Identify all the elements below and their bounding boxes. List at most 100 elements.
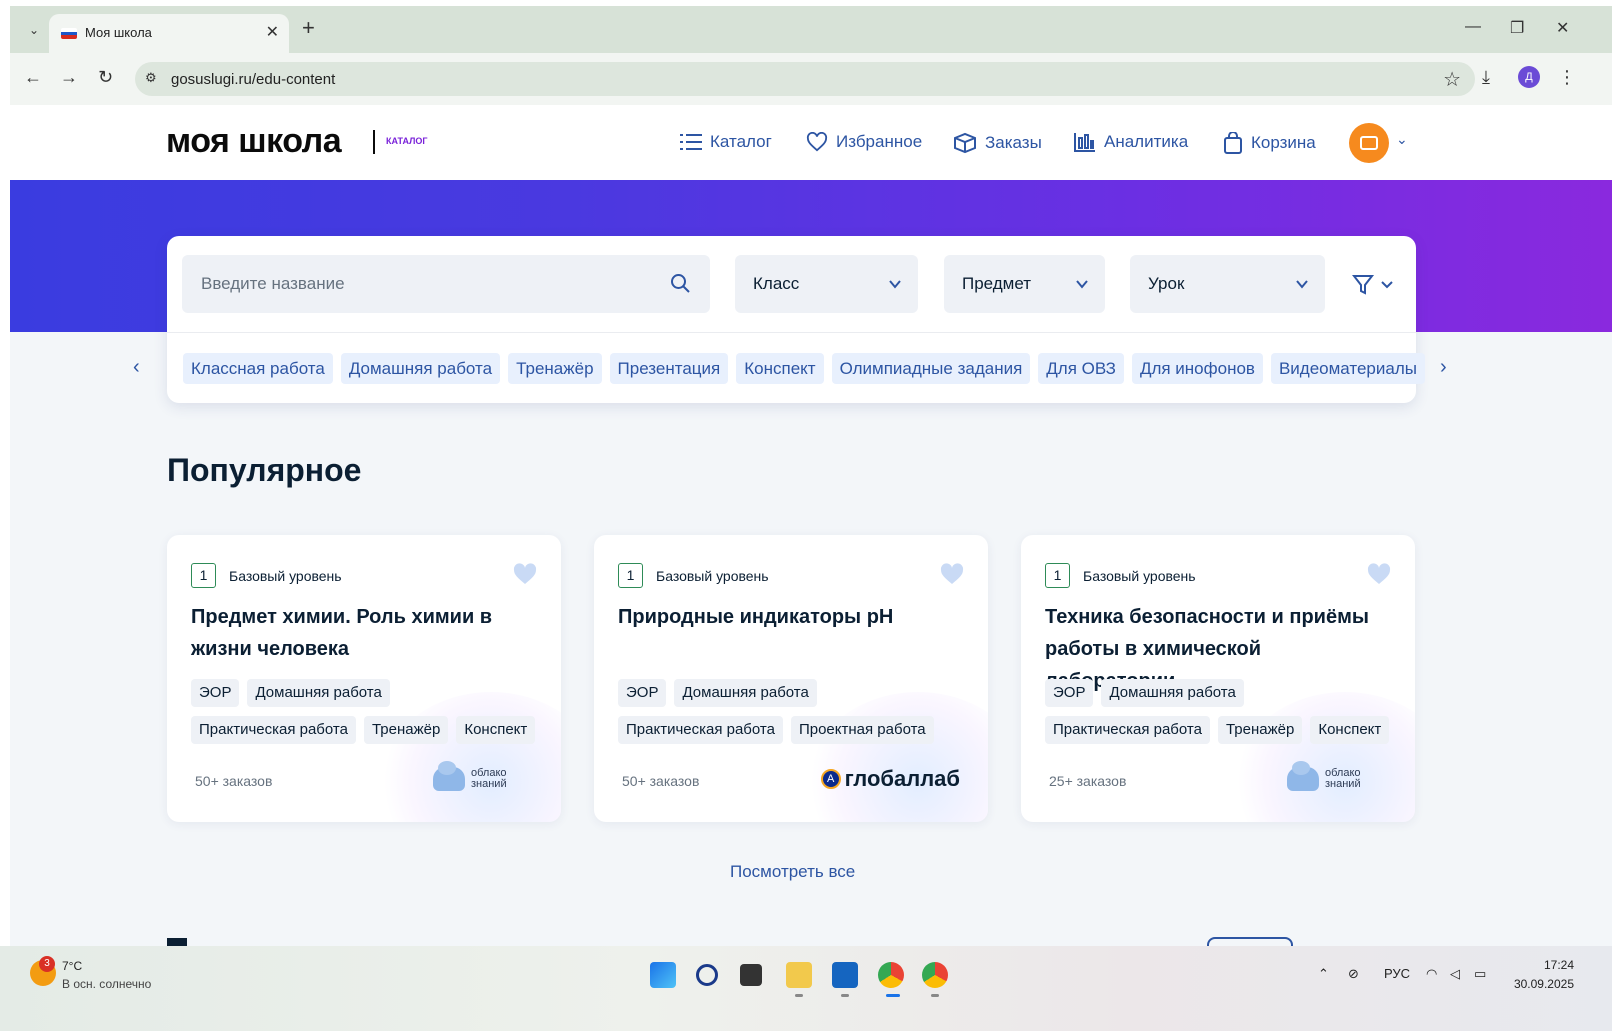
tag: Конспект: [1310, 716, 1390, 744]
tag: Тренажёр: [1217, 716, 1303, 744]
tab-search-chevron-icon[interactable]: ⌄: [22, 18, 46, 42]
chip-trainer[interactable]: Тренажёр: [508, 353, 602, 384]
chip-video[interactable]: Видеоматериалы: [1270, 353, 1425, 384]
tag: Практическая работа: [1045, 716, 1210, 744]
next-section-title-partial: [167, 938, 187, 946]
store-icon[interactable]: [832, 962, 858, 988]
chrome-icon[interactable]: [878, 962, 904, 988]
battery-icon[interactable]: ▭: [1474, 966, 1486, 982]
app-running-indicator: [931, 994, 939, 997]
chrome-icon[interactable]: [922, 962, 948, 988]
new-tab-plus-icon[interactable]: +: [302, 17, 315, 39]
see-all-link[interactable]: Посмотреть все: [730, 862, 855, 882]
nav-catalog[interactable]: Каталог: [680, 132, 772, 152]
chevron-right-icon[interactable]: ›: [1440, 356, 1447, 379]
address-bar[interactable]: ⚙ gosuslugi.ru/edu-content ☆: [135, 62, 1475, 96]
card-title[interactable]: Предмет химии. Роль химии в жизни челове…: [191, 601, 541, 665]
divider: [167, 332, 1416, 333]
restore-icon[interactable]: ❐: [1510, 18, 1524, 38]
close-window-icon[interactable]: ✕: [1556, 18, 1569, 38]
orders-count: 50+ заказов: [195, 773, 273, 789]
nav-orders-label: Заказы: [985, 133, 1042, 152]
chip-summary[interactable]: Конспект: [736, 353, 824, 384]
level-label: Базовый уровень: [1083, 568, 1196, 584]
card-title[interactable]: Природные индикаторы pH: [618, 601, 968, 633]
tag: Проектная работа: [790, 716, 934, 744]
reload-icon[interactable]: ↻: [98, 67, 113, 88]
windows-start-icon[interactable]: [650, 962, 676, 988]
favorite-heart-icon[interactable]: [1367, 563, 1391, 585]
russia-flag-icon: [61, 28, 77, 39]
chip-classwork[interactable]: Классная работа: [183, 353, 333, 384]
nav-analytics[interactable]: Аналитика: [1074, 132, 1188, 152]
nav-favorites-label: Избранное: [836, 132, 923, 151]
tag: ЭОР: [191, 679, 240, 707]
windows-taskbar: 3 7°C В осн. солнечно ⌃ ⊘ РУС ◠ ◁ ▭ 17:2…: [0, 946, 1612, 1031]
profile-avatar[interactable]: Д: [1518, 66, 1540, 88]
tag: Домашняя работа: [674, 679, 817, 707]
download-icon[interactable]: ⤓: [1482, 67, 1490, 88]
chip-foreign-speakers[interactable]: Для инофонов: [1131, 353, 1263, 384]
site-header: моя школа КАТАЛОГ Каталог Избранное Зака…: [10, 105, 1612, 180]
search-icon[interactable]: [696, 964, 718, 986]
provider-name: глобаллаб: [844, 766, 960, 791]
url-text[interactable]: gosuslugi.ru/edu-content: [171, 71, 335, 88]
tag: Домашняя работа: [1101, 679, 1244, 707]
class-select[interactable]: Класс: [735, 255, 918, 313]
nav-orders[interactable]: Заказы: [953, 132, 1042, 154]
search-icon[interactable]: [670, 273, 690, 293]
provider-logo: A глобаллаб: [820, 766, 960, 792]
briefcase-icon: [1360, 136, 1378, 150]
nav-cart[interactable]: Корзина: [1223, 132, 1316, 154]
level-label: Базовый уровень: [656, 568, 769, 584]
subject-select[interactable]: Предмет: [944, 255, 1105, 313]
user-avatar[interactable]: [1349, 123, 1389, 163]
chip-homework[interactable]: Домашняя работа: [340, 353, 501, 384]
close-tab-icon[interactable]: ✕: [266, 22, 279, 42]
browser-tab[interactable]: Моя школа ✕: [49, 14, 289, 53]
content-card[interactable]: 1 Базовый уровень Природные индикаторы p…: [594, 535, 988, 822]
weather-description[interactable]: В осн. солнечно: [62, 977, 151, 991]
volume-icon[interactable]: ◁: [1450, 966, 1460, 982]
filter-icon[interactable]: [1352, 274, 1398, 296]
bookmark-star-icon[interactable]: ☆: [1443, 67, 1461, 92]
clock-time[interactable]: 17:24: [1534, 958, 1574, 972]
favorite-heart-icon[interactable]: [513, 563, 537, 585]
chevron-left-icon[interactable]: ‹: [133, 356, 140, 379]
minimize-icon[interactable]: —: [1465, 18, 1481, 36]
language-indicator[interactable]: РУС: [1384, 966, 1410, 981]
chevron-up-icon[interactable]: ⌃: [1318, 966, 1329, 982]
site-logo[interactable]: моя школа: [166, 122, 342, 161]
chip-olympiad[interactable]: Олимпиадные задания: [831, 353, 1031, 384]
nav-favorites[interactable]: Избранное: [806, 132, 922, 152]
tag: ЭОР: [1045, 679, 1094, 707]
wifi-icon[interactable]: ◠: [1426, 966, 1437, 982]
chip-ovz[interactable]: Для ОВЗ: [1038, 353, 1124, 384]
lesson-select[interactable]: Урок: [1130, 255, 1325, 313]
class-select-label: Класс: [753, 274, 800, 293]
search-input[interactable]: [182, 255, 710, 313]
clock-date[interactable]: 30.09.2025: [1510, 977, 1574, 991]
weather-temperature[interactable]: 7°C: [62, 959, 82, 973]
app-active-indicator: [886, 994, 900, 997]
file-explorer-icon[interactable]: [786, 962, 812, 988]
heart-icon: [806, 132, 828, 152]
tag: Практическая работа: [191, 716, 356, 744]
forward-arrow-icon[interactable]: →: [60, 67, 78, 88]
cloud-icon: [1287, 761, 1319, 791]
level-label: Базовый уровень: [229, 568, 342, 584]
site-settings-icon[interactable]: ⚙: [145, 70, 157, 86]
task-view-icon[interactable]: [740, 964, 762, 986]
tag: Тренажёр: [363, 716, 449, 744]
content-card[interactable]: 1 Базовый уровень Предмет химии. Роль хи…: [167, 535, 561, 822]
tab-title: Моя школа: [85, 25, 152, 40]
box-icon: [954, 132, 976, 154]
chip-presentation[interactable]: Презентация: [609, 353, 729, 384]
back-arrow-icon[interactable]: ←: [24, 67, 42, 88]
provider-logo: облако знаний: [1287, 761, 1369, 791]
sync-icon[interactable]: ⊘: [1348, 966, 1359, 982]
menu-kebab-icon[interactable]: ⋮: [1558, 67, 1576, 88]
chevron-down-icon[interactable]: ⌄: [1396, 131, 1408, 148]
content-card[interactable]: 1 Базовый уровень Техника безопасности и…: [1021, 535, 1415, 822]
favorite-heart-icon[interactable]: [940, 563, 964, 585]
